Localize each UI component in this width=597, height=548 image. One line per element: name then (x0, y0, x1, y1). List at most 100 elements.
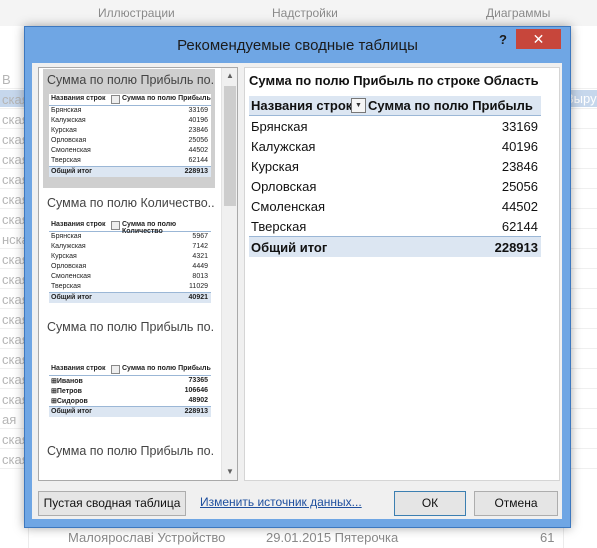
preview-row: Тверская 62144 (249, 216, 541, 236)
row-value: 25056 (501, 179, 538, 194)
list-scrollbar[interactable]: ▲ ▼ (221, 68, 237, 480)
row-label: Орловская (251, 179, 317, 194)
mini-row: Брянская 5967 (49, 232, 211, 242)
mini-row: Брянская 33169 (49, 106, 211, 116)
mini-row-label: Смоленская (51, 147, 91, 154)
mini-row-value: 44502 (188, 147, 208, 154)
mini-row: ⊞Сидоров 48902 (49, 396, 211, 406)
bg-cell: Малоярославі Устройство (68, 530, 226, 545)
mini-row: Калужская 7142 (49, 242, 211, 252)
suggestion-card-profit-4[interactable]: Сумма по полю Прибыль по... (43, 440, 215, 480)
header-values: Сумма по полю Прибыль (368, 98, 533, 113)
total-value: 228913 (494, 240, 538, 255)
mini-pivot: Названия строк Сумма по полю Прибыль Бря… (49, 94, 211, 177)
ok-button[interactable]: ОК (394, 491, 466, 516)
mini-row-label: Курская (51, 127, 77, 134)
mini-header-rows: Названия строк (51, 221, 106, 228)
scroll-down-icon[interactable]: ▼ (222, 464, 237, 480)
mini-row: Курская 4321 (49, 252, 211, 262)
bg-cell: ая (2, 412, 17, 427)
preview-table: Названия строк ▼ Сумма по полю Прибыль Б… (249, 96, 541, 257)
pivot-preview: Сумма по полю Прибыль по строке Область … (244, 67, 560, 481)
mini-row-value: 33169 (188, 107, 208, 114)
help-button[interactable]: ? (495, 32, 511, 50)
mini-row-value: 40196 (188, 117, 208, 124)
row-label: Брянская (251, 119, 308, 134)
mini-row: Курская 23846 (49, 126, 211, 136)
scroll-up-icon[interactable]: ▲ (222, 68, 237, 84)
mini-row-value: 48902 (188, 397, 208, 404)
dialog-body: Сумма по полю Прибыль по... Названия стр… (32, 63, 562, 519)
mini-row: Тверская 11029 (49, 282, 211, 292)
header-row-labels: Названия строк (251, 98, 353, 113)
cancel-button[interactable]: Отмена (474, 491, 558, 516)
row-value: 44502 (501, 199, 538, 214)
mini-row-label: ⊞Сидоров (51, 398, 88, 405)
suggestion-card-profit-by-manager[interactable]: Сумма по полю Прибыль по... Названия стр… (43, 316, 215, 426)
change-source-link[interactable]: Изменить источник данных... (200, 495, 362, 509)
mini-row-value: 73365 (188, 377, 208, 384)
mini-row-value: 11029 (189, 283, 208, 290)
filter-icon (111, 365, 120, 374)
mini-row-label: Орловская (51, 137, 87, 144)
preview-title: Сумма по полю Прибыль по строке Область (249, 73, 539, 88)
mini-row: Калужская 40196 (49, 116, 211, 126)
mini-row-value: 4321 (192, 253, 208, 260)
dialog-title: Рекомендуемые сводные таблицы (177, 37, 418, 54)
mini-row-label: ⊞Иванов (51, 378, 83, 385)
mini-header: Названия строк Сумма по полю Прибыль (49, 94, 211, 106)
pivot-suggestion-list[interactable]: Сумма по полю Прибыль по... Названия стр… (38, 67, 238, 481)
mini-row-label: Брянская (51, 233, 82, 240)
mini-total-label: Общий итог (51, 408, 93, 415)
mini-row-label: Калужская (51, 243, 86, 250)
mini-row-label: Тверская (51, 157, 81, 164)
dialog-titlebar[interactable]: Рекомендуемые сводные таблицы ? ✕ (25, 27, 570, 63)
card-title: Сумма по полю Количество... (47, 196, 215, 210)
ribbon-group-charts[interactable]: Диаграммы (486, 6, 550, 20)
card-title: Сумма по полю Прибыль по... (47, 444, 215, 458)
preview-row: Смоленская 44502 (249, 196, 541, 216)
mini-total-label: Общий итог (51, 294, 93, 301)
ribbon-group-illustrations[interactable]: Иллюстрации (98, 6, 175, 20)
row-value: 62144 (501, 219, 538, 234)
ribbon-group-addins[interactable]: Надстройки (272, 6, 338, 20)
row-label: Тверская (251, 219, 307, 234)
mini-row-value: 25056 (188, 137, 208, 144)
mini-row-value: 106646 (184, 387, 208, 394)
row-value: 23846 (501, 159, 538, 174)
filter-dropdown-icon: ▼ (351, 98, 366, 113)
mini-header-values: Сумма по полю Прибыль (122, 365, 211, 372)
blank-pivot-button[interactable]: Пустая сводная таблица (38, 491, 186, 516)
mini-row-label: Тверская (51, 283, 81, 290)
suggestion-card-quantity-by-region[interactable]: Сумма по полю Количество... Названия стр… (43, 192, 215, 307)
mini-row: ⊞Петров 106646 (49, 386, 211, 396)
row-label: Калужская (251, 139, 316, 154)
mini-header: Названия строк Сумма по полю Прибыль (49, 364, 211, 376)
total-label: Общий итог (251, 240, 328, 255)
bg-cell: 61 (540, 530, 555, 545)
suggestion-card-profit-by-region[interactable]: Сумма по полю Прибыль по... Названия стр… (43, 69, 215, 188)
row-label: Курская (251, 159, 299, 174)
mini-row-label: Брянская (51, 107, 82, 114)
mini-total-row: Общий итог 228913 (49, 166, 211, 177)
bg-cell: В (2, 72, 11, 87)
mini-total-value: 228913 (184, 168, 208, 175)
preview-row: Брянская 33169 (249, 116, 541, 136)
close-button[interactable]: ✕ (516, 29, 561, 49)
mini-total-value: 228913 (184, 408, 208, 415)
preview-row: Калужская 40196 (249, 136, 541, 156)
mini-row: ⊞Иванов 73365 (49, 376, 211, 386)
mini-row-value: 4449 (192, 263, 208, 270)
mini-row: Орловская 25056 (49, 136, 211, 146)
row-label: Смоленская (251, 199, 326, 214)
filter-icon (111, 95, 120, 104)
mini-row: Тверская 62144 (49, 156, 211, 166)
mini-total-row: Общий итог 228913 (49, 406, 211, 417)
mini-row-value: 62144 (188, 157, 208, 164)
recommended-pivot-dialog: Рекомендуемые сводные таблицы ? ✕ Сумма … (24, 26, 571, 528)
scroll-thumb[interactable] (224, 86, 236, 206)
mini-row-label: Смоленская (51, 273, 91, 280)
filter-icon (111, 221, 120, 230)
mini-row-value: 7142 (192, 243, 208, 250)
row-value: 33169 (501, 119, 538, 134)
